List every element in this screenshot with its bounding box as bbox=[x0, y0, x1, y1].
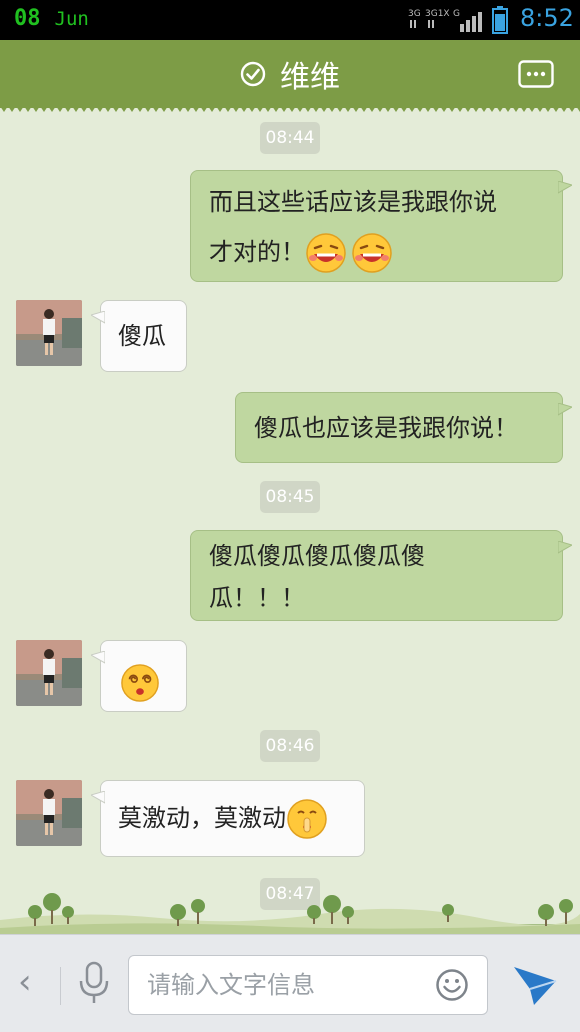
background-scenery bbox=[0, 893, 580, 938]
message-text: 傻瓜也应该是我跟你说！ bbox=[254, 414, 518, 442]
svg-text:3G1X: 3G1X bbox=[425, 9, 450, 19]
contact-avatar[interactable] bbox=[16, 780, 82, 846]
battery-icon bbox=[492, 6, 508, 34]
contact-name: 维维 bbox=[280, 60, 340, 95]
status-time: 8:52 bbox=[520, 4, 574, 32]
status-day: 08 bbox=[14, 6, 41, 31]
message-bubble-outgoing[interactable]: 傻瓜傻瓜傻瓜傻瓜傻 瓜！！！ bbox=[190, 530, 572, 621]
divider bbox=[60, 967, 61, 1005]
message-bubble-incoming[interactable] bbox=[91, 640, 187, 712]
timestamp: 08:46 bbox=[260, 730, 320, 762]
chat-area[interactable]: 08:44 而且这些话应该是我跟你说 才对的！ 傻瓜 傻瓜也应该是我跟你说！ 0… bbox=[0, 108, 580, 934]
message-text-line: 才对的！ bbox=[209, 238, 305, 266]
chevron-left-icon[interactable]: ‹ bbox=[18, 965, 32, 999]
bubble-tail bbox=[558, 181, 572, 194]
svg-text:3G: 3G bbox=[408, 9, 421, 19]
bubble-tail bbox=[91, 651, 105, 664]
bubble-tail bbox=[558, 403, 572, 416]
message-input[interactable] bbox=[129, 956, 429, 1014]
bubble-tail bbox=[558, 541, 572, 554]
contact-avatar[interactable] bbox=[16, 640, 82, 706]
laugh-emoji-icon bbox=[306, 233, 346, 273]
status-month: Jun bbox=[54, 8, 89, 30]
more-dots-icon[interactable] bbox=[518, 60, 554, 88]
message-bubble-outgoing[interactable]: 傻瓜也应该是我跟你说！ bbox=[235, 392, 572, 463]
laugh-emoji-icon bbox=[352, 233, 392, 273]
message-text-line: 傻瓜傻瓜傻瓜傻瓜傻 bbox=[209, 542, 425, 570]
bubble-tail bbox=[91, 311, 105, 324]
message-bubble-incoming[interactable]: 傻瓜 bbox=[91, 300, 187, 372]
message-text-line: 才对的！ bbox=[209, 225, 562, 279]
status-bar: 08 Jun 3G 3G1X G 8:52 bbox=[0, 0, 580, 40]
message-bubble-incoming[interactable]: 莫激动，莫激动 bbox=[91, 780, 365, 857]
message-input-bar: ‹ bbox=[0, 934, 580, 1032]
contact-avatar[interactable] bbox=[16, 300, 82, 366]
message-text-line: 瓜！！！ bbox=[209, 584, 305, 612]
send-icon[interactable] bbox=[512, 963, 558, 1007]
timestamp: 08:45 bbox=[260, 481, 320, 513]
svg-text:G: G bbox=[453, 9, 460, 19]
message-input-field[interactable] bbox=[128, 955, 488, 1015]
message-bubble-outgoing[interactable]: 而且这些话应该是我跟你说 才对的！ bbox=[190, 170, 572, 282]
chat-header: 维维 bbox=[0, 40, 580, 114]
shush-emoji-icon bbox=[287, 799, 327, 839]
status-date: 08 Jun bbox=[14, 6, 89, 31]
message-text: 傻瓜 bbox=[118, 322, 166, 350]
emoji-picker-icon[interactable] bbox=[435, 968, 469, 1002]
dizzy-emoji-icon bbox=[121, 664, 159, 702]
message-text-line: 而且这些话应该是我跟你说 bbox=[209, 188, 497, 216]
microphone-icon[interactable] bbox=[76, 961, 112, 1005]
message-text: 莫激动，莫激动 bbox=[118, 804, 286, 832]
check-circle-icon bbox=[240, 61, 266, 87]
timestamp: 08:44 bbox=[260, 122, 320, 154]
bubble-tail bbox=[91, 791, 105, 804]
signal-icon: 3G 3G1X G bbox=[408, 9, 482, 32]
